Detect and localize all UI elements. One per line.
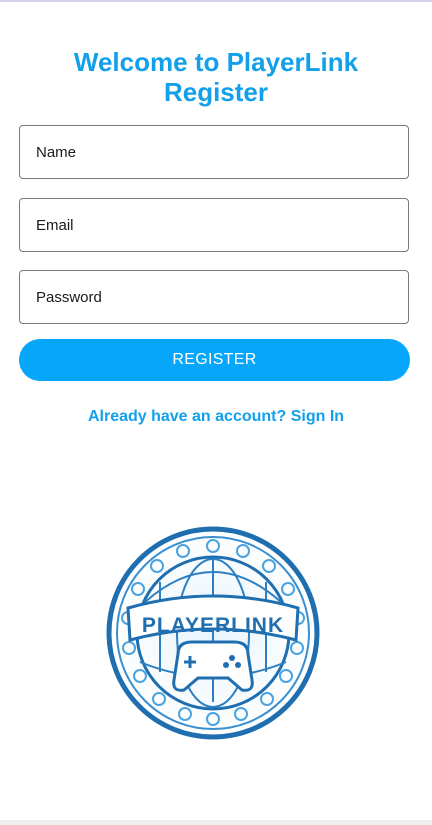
logo-text: PLAYERLINK [142, 614, 284, 637]
password-field[interactable] [19, 270, 409, 324]
page-title: Welcome to PlayerLink Register [0, 47, 432, 107]
sign-in-link[interactable]: Already have an account? Sign In [0, 408, 432, 426]
bottom-bar [0, 820, 432, 825]
register-button[interactable]: REGISTER [19, 339, 410, 381]
email-field[interactable] [19, 198, 409, 252]
title-line-welcome: Welcome to PlayerLink [73, 47, 359, 77]
status-divider [0, 0, 432, 2]
playerlink-logo: PLAYERLINK [106, 526, 320, 740]
title-line-register: Register [163, 77, 269, 107]
name-field[interactable] [19, 125, 409, 179]
